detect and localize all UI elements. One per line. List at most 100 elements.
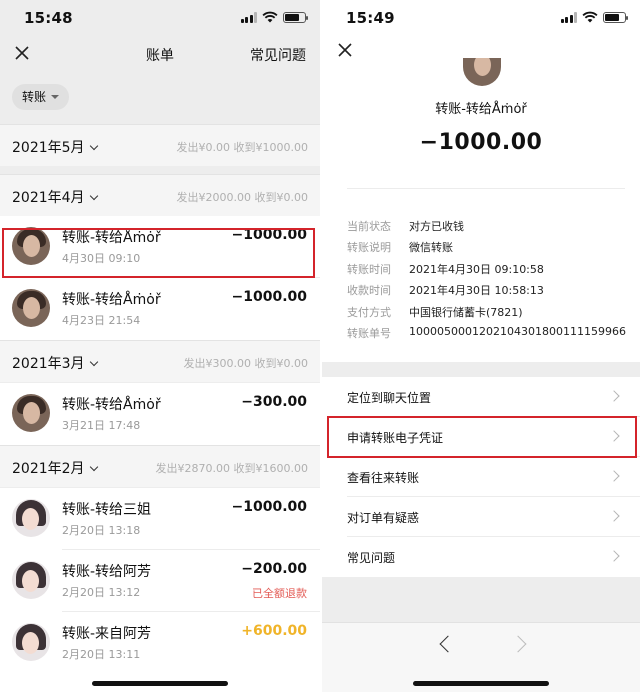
menu-item-label: 常见问题	[347, 551, 396, 565]
chevron-right-icon	[608, 510, 620, 522]
highlight-annotation	[327, 416, 637, 458]
detail-row: 收款时间 2021年4月30日 10:58:13	[347, 282, 637, 302]
month-label: 2021年2月	[12, 461, 85, 477]
transaction-amount: −300.00	[241, 394, 307, 410]
avatar	[12, 289, 50, 327]
chevron-down-icon	[89, 141, 98, 150]
transaction-amount: −1000.00	[231, 499, 308, 515]
transaction-date: 2月20日 13:11	[62, 648, 141, 661]
detail-key: 转账单号	[347, 327, 391, 340]
detail-value: 对方已收钱	[409, 220, 464, 233]
payee-avatar	[463, 58, 501, 86]
detail-key: 转账说明	[347, 241, 391, 254]
transaction-date: 2月20日 13:12	[62, 586, 141, 599]
month-stats: 发出¥0.00 收到¥1000.00	[176, 141, 308, 154]
type-filter-chip[interactable]: 转账	[12, 84, 70, 110]
month-header[interactable]: 2021年3月 发出¥300.00 收到¥0.00	[0, 340, 320, 382]
navbar: 账单 常见问题	[0, 36, 320, 72]
detail-card: 15:49 转账-转给Åṁȯř −1000.00 当前状态 对方已收钱 转账说明…	[322, 0, 640, 362]
transfer-detail-screen: 15:49 转账-转给Åṁȯř −1000.00 当前状态 对方已收钱 转账说明…	[322, 0, 640, 692]
month-header[interactable]: 2021年5月 发出¥0.00 收到¥1000.00	[0, 124, 320, 166]
month-stats: 发出¥2870.00 收到¥1600.00	[155, 462, 308, 475]
status-time: 15:49	[346, 9, 395, 27]
chevron-down-icon	[89, 462, 98, 471]
detail-row: 当前状态 对方已收钱	[347, 218, 637, 238]
wifi-icon	[582, 11, 598, 23]
avatar	[12, 394, 50, 432]
month-label: 2021年4月	[12, 190, 85, 206]
status-bar: 15:49	[322, 0, 640, 36]
menu-item-faq[interactable]: 常见问题	[322, 537, 640, 577]
menu-item-locate-chat[interactable]: 定位到聊天位置	[322, 377, 640, 417]
detail-row: 支付方式 中国银行储蓄卡(7821)	[347, 304, 637, 324]
highlight-annotation	[2, 228, 315, 278]
transaction-title: 转账-转给阿芳	[62, 564, 152, 580]
payee-name: 转账-转给Åṁȯř	[435, 102, 527, 117]
wifi-icon	[262, 11, 278, 23]
detail-row: 转账说明 微信转账	[347, 239, 637, 259]
transaction-amount: −200.00	[241, 561, 307, 577]
transaction-row[interactable]: 转账-转给三姐 2月20日 13:18 −1000.00	[0, 488, 320, 550]
detail-value: 1000050001202104301800111159966	[409, 325, 626, 338]
battery-icon	[603, 11, 628, 23]
caret-down-icon	[51, 95, 60, 99]
month-label: 2021年5月	[12, 140, 85, 156]
status-time: 15:48	[24, 9, 73, 27]
transaction-date: 4月23日 21:54	[62, 314, 141, 327]
detail-value: 2021年4月30日 10:58:13	[409, 284, 544, 297]
forward-arrow-icon[interactable]	[509, 635, 527, 653]
detail-key: 支付方式	[347, 306, 391, 319]
chevron-right-icon	[608, 550, 620, 562]
home-indicator	[413, 681, 549, 686]
detail-row: 转账单号 1000050001202104301800111159966	[347, 325, 637, 345]
chevron-right-icon	[608, 470, 620, 482]
month-label: 2021年3月	[12, 356, 85, 372]
detail-key: 当前状态	[347, 220, 391, 233]
transaction-title: 转账-来自阿芳	[62, 626, 152, 642]
transaction-row[interactable]: 转账-转给阿芳 2月20日 13:12 −200.00 已全额退款	[0, 550, 320, 612]
avatar	[12, 561, 50, 599]
bill-list-screen: 15:48 账单 常见问题 转账 2021年5月 发出¥0.00 收到¥1000…	[0, 0, 320, 692]
avatar	[12, 499, 50, 537]
close-icon[interactable]	[337, 42, 353, 58]
detail-row: 转账时间 2021年4月30日 09:10:58	[347, 261, 637, 281]
transaction-title: 转账-转给三姐	[62, 502, 152, 518]
transaction-date: 2月20日 13:18	[62, 524, 141, 537]
chevron-down-icon	[89, 191, 98, 200]
transaction-row[interactable]: 转账-来自阿芳 2月20日 13:11 +600.00	[0, 612, 320, 692]
avatar	[12, 623, 50, 661]
chevron-down-icon	[89, 357, 98, 366]
menu-item-label: 查看往来转账	[347, 471, 420, 485]
month-stats: 发出¥300.00 收到¥0.00	[183, 357, 308, 370]
refund-status: 已全额退款	[252, 587, 307, 600]
transfer-amount: −1000.00	[419, 130, 543, 155]
month-header[interactable]: 2021年4月 发出¥2000.00 收到¥0.00	[0, 174, 320, 216]
menu-item-label: 定位到聊天位置	[347, 391, 432, 405]
month-stats: 发出¥2000.00 收到¥0.00	[176, 191, 308, 204]
chevron-right-icon	[608, 390, 620, 402]
divider	[347, 188, 625, 189]
status-bar: 15:48	[0, 0, 320, 36]
status-icons	[240, 11, 308, 23]
transaction-row[interactable]: 转账-转给Åṁȯř 3月21日 17:48 −300.00	[0, 383, 320, 445]
back-arrow-icon[interactable]	[439, 635, 457, 653]
menu-item-label: 对订单有疑惑	[347, 511, 420, 525]
cellular-signal-icon	[560, 11, 577, 23]
faq-link[interactable]: 常见问题	[250, 45, 306, 65]
detail-value: 2021年4月30日 09:10:58	[409, 263, 544, 276]
transaction-row[interactable]: 转账-转给Åṁȯř 4月23日 21:54 −1000.00	[0, 278, 320, 340]
detail-key: 转账时间	[347, 263, 391, 276]
transaction-amount: +600.00	[241, 623, 307, 639]
transaction-title: 转账-转给Åṁȯř	[62, 292, 161, 308]
detail-value: 微信转账	[409, 241, 453, 254]
detail-value: 中国银行储蓄卡(7821)	[409, 306, 523, 319]
transaction-amount: −1000.00	[231, 289, 308, 305]
menu-item-order-question[interactable]: 对订单有疑惑	[322, 497, 640, 537]
status-icons	[560, 11, 628, 23]
home-indicator	[92, 681, 228, 686]
transaction-date: 3月21日 17:48	[62, 419, 141, 432]
battery-icon	[283, 11, 308, 23]
menu-item-transfer-history[interactable]: 查看往来转账	[322, 457, 640, 497]
cellular-signal-icon	[240, 11, 257, 23]
month-header[interactable]: 2021年2月 发出¥2870.00 收到¥1600.00	[0, 445, 320, 487]
